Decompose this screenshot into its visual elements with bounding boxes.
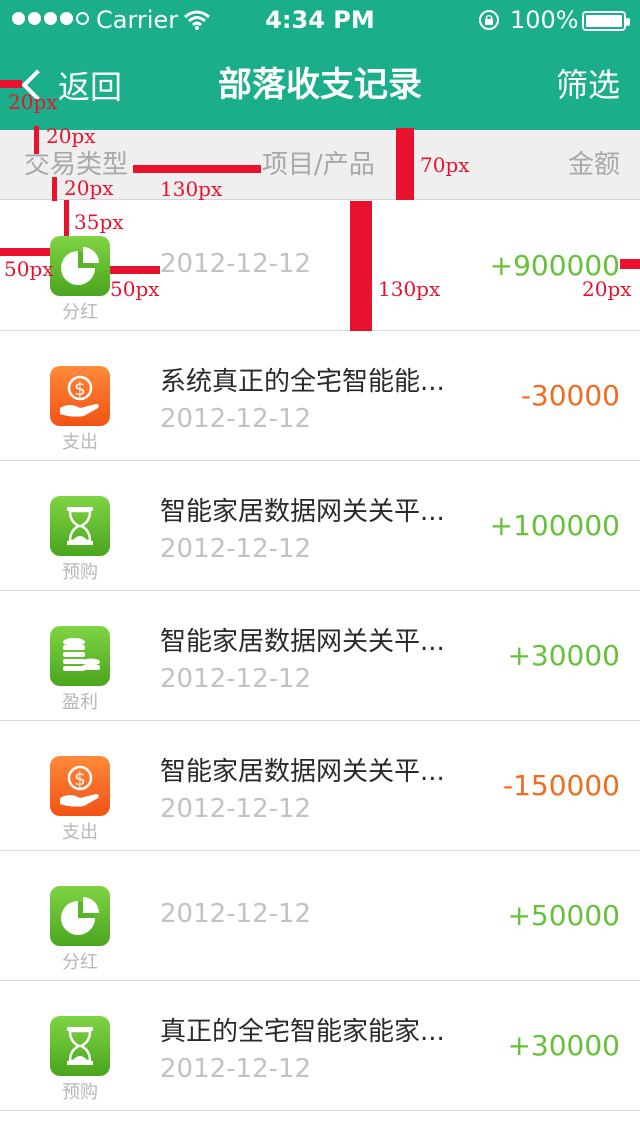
column-amount-label: 金额: [567, 150, 620, 180]
transaction-type-label: 分红: [62, 302, 98, 323]
annotation-mark: [350, 201, 372, 331]
transaction-type-label: 支出: [62, 822, 98, 843]
transaction-type-label: 支出: [62, 432, 98, 453]
svg-text:$: $: [74, 379, 85, 400]
transaction-row[interactable]: 盈利 智能家居数据网关关平... 2012-12-12 +30000: [0, 591, 640, 721]
annotation-label: 50px: [4, 257, 54, 281]
page-title: 部落收支记录: [218, 65, 422, 105]
annotation-label: 20px: [582, 277, 632, 301]
app-header: Carrier 4:34 PM 100% 返回 部落收支记录 筛选: [0, 0, 640, 130]
column-item-label: 项目/产品: [262, 150, 375, 180]
annotation-mark: [110, 266, 160, 274]
dollar-hand-icon: $: [50, 756, 110, 816]
battery-percent: 100%: [510, 6, 579, 34]
transaction-type-label: 盈利: [62, 692, 98, 713]
annotation-mark: [396, 128, 414, 200]
annotation-mark: [620, 259, 640, 269]
transaction-date: 2012-12-12: [160, 404, 312, 434]
transaction-row[interactable]: $ 支出 系统真正的全宅智能能... 2012-12-12 -30000: [0, 331, 640, 461]
pie-chart-icon: [50, 236, 110, 296]
transaction-item-name: 系统真正的全宅智能能...: [160, 367, 445, 397]
filter-button[interactable]: 筛选: [556, 60, 620, 110]
battery-icon: [582, 11, 630, 31]
annotation-label: 20px: [64, 176, 114, 200]
annotation-label: 70px: [420, 153, 470, 177]
transaction-row[interactable]: 预购 真正的全宅智能家能家... 2012-12-12 +30000: [0, 981, 640, 1111]
transaction-amount: +30000: [507, 639, 620, 672]
annotation-label: 130px: [160, 177, 223, 201]
annotation-mark: [133, 165, 261, 173]
hourglass-icon: [50, 1016, 110, 1076]
annotation-mark: [0, 248, 50, 256]
transaction-amount: -30000: [520, 379, 620, 412]
transaction-list: 分红 2012-12-12 +900000 $ 支出 系统真正的全宅智能能... 2012-…: [0, 201, 640, 1111]
annotation-label: 20px: [46, 124, 96, 148]
annotation-label: 35px: [74, 210, 124, 234]
coins-icon: [50, 626, 110, 686]
transaction-item-name: 智能家居数据网关关平...: [160, 627, 445, 657]
hourglass-icon: [50, 496, 110, 556]
annotation-mark: [0, 80, 22, 88]
transaction-date: 2012-12-12: [160, 899, 312, 929]
annotation-label: 130px: [378, 277, 441, 301]
transaction-type-label: 预购: [62, 562, 98, 583]
transaction-date: 2012-12-12: [160, 664, 312, 694]
transaction-amount: +30000: [507, 1029, 620, 1062]
rotation-lock-icon: [479, 10, 499, 30]
dollar-hand-icon: $: [50, 366, 110, 426]
transaction-amount: +50000: [507, 899, 620, 932]
transaction-row[interactable]: $ 支出 智能家居数据网关关平... 2012-12-12 -150000: [0, 721, 640, 851]
annotation-mark: [52, 177, 57, 201]
transaction-row[interactable]: 预购 智能家居数据网关关平... 2012-12-12 +100000: [0, 461, 640, 591]
status-bar: Carrier 4:34 PM 100%: [0, 0, 640, 40]
transaction-date: 2012-12-12: [160, 534, 312, 564]
transaction-amount: +100000: [489, 509, 620, 542]
transaction-item-name: 智能家居数据网关关平...: [160, 497, 445, 527]
transaction-item-name: 智能家居数据网关关平...: [160, 757, 445, 787]
annotation-label: 20px: [8, 90, 58, 114]
annotation-mark: [64, 200, 69, 236]
svg-text:$: $: [74, 769, 85, 790]
transaction-date: 2012-12-12: [160, 794, 312, 824]
annotation-label: 50px: [110, 277, 160, 301]
transaction-item-name: 真正的全宅智能家能家...: [160, 1017, 445, 1047]
transaction-type-label: 分红: [62, 952, 98, 973]
pie-chart-icon: [50, 886, 110, 946]
transaction-amount: -150000: [503, 769, 620, 802]
transaction-date: 2012-12-12: [160, 1054, 312, 1084]
transaction-date: 2012-12-12: [160, 249, 312, 279]
transaction-type-label: 预购: [62, 1082, 98, 1103]
transaction-row[interactable]: 分红 2012-12-12 +50000: [0, 851, 640, 981]
annotation-mark: [34, 126, 39, 154]
